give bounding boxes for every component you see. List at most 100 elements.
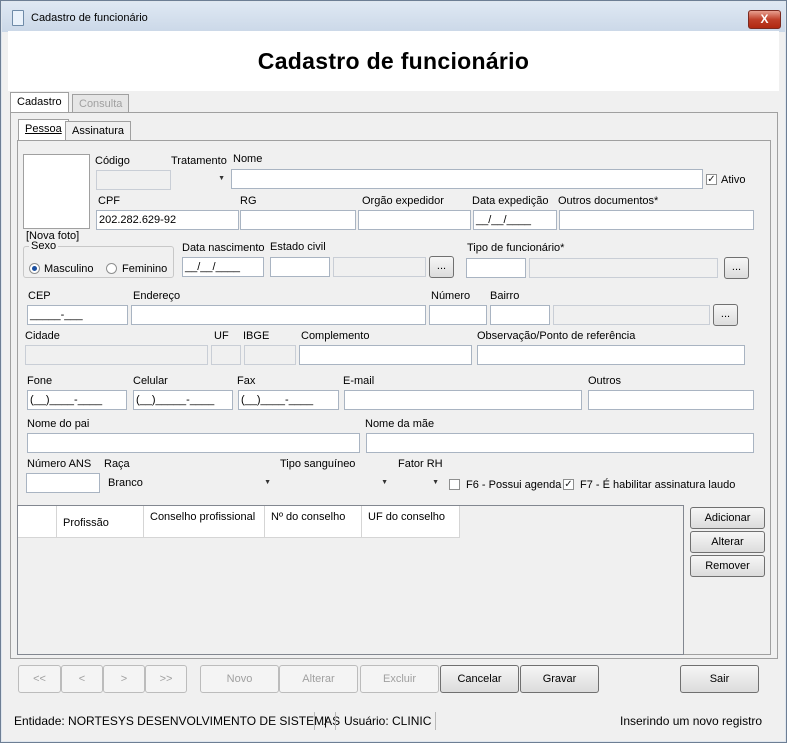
tipo-funcionario-search-button[interactable]: ... [724, 257, 749, 279]
assinatura-laudo-checkbox[interactable]: ✓ [563, 479, 574, 490]
column-header[interactable]: Profissão [57, 506, 144, 538]
data-expedicao-label: Data expedição [472, 195, 549, 207]
estado-civil-code[interactable] [270, 257, 330, 277]
ativo-label: Ativo [721, 174, 746, 186]
first-record-button[interactable]: << [18, 665, 61, 693]
sexo-label: Sexo [31, 240, 57, 252]
cancelar-button[interactable]: Cancelar [440, 665, 519, 693]
prev-record-button[interactable]: < [61, 665, 103, 693]
feminino-radio[interactable] [106, 263, 117, 274]
estado-civil-search-button[interactable]: ... [429, 256, 454, 278]
row-indicator-header [18, 506, 57, 538]
rg-field[interactable] [240, 210, 356, 230]
complemento-label: Complemento [301, 330, 370, 342]
ibge-field [244, 345, 296, 365]
column-header[interactable]: Conselho profissional [144, 506, 265, 538]
raca-select[interactable]: Branco ▼ [104, 473, 275, 494]
header-banner: Cadastro de funcionário [8, 31, 779, 91]
rg-label: RG [240, 195, 257, 207]
chevron-down-icon: ▼ [432, 479, 439, 486]
fone-field[interactable]: (__)____-____ [27, 390, 127, 410]
possui-agenda-label: F6 - Possui agenda [466, 479, 562, 491]
data-nascimento-label: Data nascimento [182, 242, 265, 254]
tab-assinatura[interactable]: Assinatura [65, 121, 131, 140]
masculino-radio[interactable] [29, 263, 40, 274]
outros-documentos-field[interactable] [559, 210, 754, 230]
status-divider [335, 712, 336, 730]
tratamento-label: Tratamento [171, 155, 227, 167]
alterar-button[interactable]: Alterar [279, 665, 358, 693]
codigo-field[interactable] [96, 170, 171, 190]
fator-rh-select[interactable]: ▼ [397, 473, 443, 494]
codigo-label: Código [95, 155, 130, 167]
remover-button[interactable]: Remover [690, 555, 765, 577]
uf-label: UF [214, 330, 229, 342]
fax-label: Fax [237, 375, 256, 387]
nome-mae-label: Nome da mãe [365, 418, 435, 430]
usuario-status: Usuário: CLINIC [344, 714, 432, 728]
outros-field[interactable] [588, 390, 754, 410]
tipo-funcionario-label: Tipo de funcionário* [467, 242, 565, 254]
celular-label: Celular [133, 375, 168, 387]
fone-label: Fone [27, 375, 53, 387]
bairro-search-button[interactable]: ... [713, 304, 738, 326]
raca-value: Branco [108, 477, 143, 489]
data-expedicao-field[interactable]: __/__/____ [473, 210, 557, 230]
nome-mae-field[interactable] [366, 433, 754, 453]
ativo-checkbox[interactable]: ✓ [706, 174, 717, 185]
data-nascimento-field[interactable]: __/__/____ [182, 257, 264, 277]
close-button[interactable]: X [748, 10, 781, 29]
tratamento-select[interactable]: ▼ [171, 169, 229, 190]
column-header[interactable]: Nº do conselho [265, 506, 362, 538]
endereco-field[interactable] [131, 305, 426, 325]
column-header[interactable]: UF do conselho [362, 506, 460, 538]
numero-ans-field[interactable] [26, 473, 100, 493]
uf-field [211, 345, 241, 365]
app-icon [12, 10, 24, 26]
bairro-code[interactable] [490, 305, 550, 325]
photo-box[interactable] [23, 154, 90, 229]
novo-button[interactable]: Novo [200, 665, 279, 693]
email-label: E-mail [343, 375, 375, 387]
title-bar: Cadastro de funcionário X [2, 2, 785, 32]
celular-field[interactable]: (__)_____-____ [133, 390, 233, 410]
bairro-desc [553, 305, 710, 325]
alterar-row-button[interactable]: Alterar [690, 531, 765, 553]
complemento-field[interactable] [299, 345, 472, 365]
gravar-button[interactable]: Gravar [520, 665, 599, 693]
nome-label: Nome [233, 153, 263, 165]
cpf-field[interactable]: 202.282.629-92 [96, 210, 239, 230]
tipo-funcionario-code[interactable] [466, 258, 526, 278]
chevron-down-icon: ▼ [264, 479, 271, 486]
sair-button[interactable]: Sair [680, 665, 759, 693]
outros-label: Outros [588, 375, 622, 387]
possui-agenda-checkbox[interactable] [449, 479, 460, 490]
excluir-button[interactable]: Excluir [360, 665, 439, 693]
email-field[interactable] [344, 390, 582, 410]
nome-field[interactable] [231, 169, 703, 189]
masculino-label: Masculino [44, 263, 94, 275]
feminino-label: Feminino [122, 263, 168, 275]
status-bar: Entidade: NORTESYS DESENVOLVIMENTO DE SI… [8, 708, 779, 734]
adicionar-button[interactable]: Adicionar [690, 507, 765, 529]
last-record-button[interactable]: >> [145, 665, 187, 693]
page-title: Cadastro de funcionário [257, 48, 530, 74]
tab-pessoa[interactable]: Pessoa [18, 119, 69, 140]
nome-pai-field[interactable] [27, 433, 360, 453]
client-area: Cadastro de funcionário Cadastro Consult… [8, 31, 779, 707]
window-title: Cadastro de funcionário [31, 12, 148, 24]
cep-field[interactable]: _____-___ [27, 305, 128, 325]
orgao-field[interactable] [358, 210, 471, 230]
cidade-field [25, 345, 208, 365]
next-record-button[interactable]: > [103, 665, 145, 693]
status-pipe: | [324, 714, 328, 728]
conselho-table[interactable]: Profissão Conselho profissional Nº do co… [17, 505, 684, 655]
assinatura-laudo-label: F7 - É habilitar assinatura laudo [580, 479, 736, 491]
tipo-sanguineo-select[interactable]: ▼ [280, 473, 392, 494]
fax-field[interactable]: (__)____-____ [238, 390, 339, 410]
numero-field[interactable] [429, 305, 487, 325]
cep-label: CEP [28, 290, 51, 302]
observacao-field[interactable] [477, 345, 745, 365]
tab-cadastro[interactable]: Cadastro [10, 92, 69, 113]
tab-consulta[interactable]: Consulta [72, 94, 130, 113]
